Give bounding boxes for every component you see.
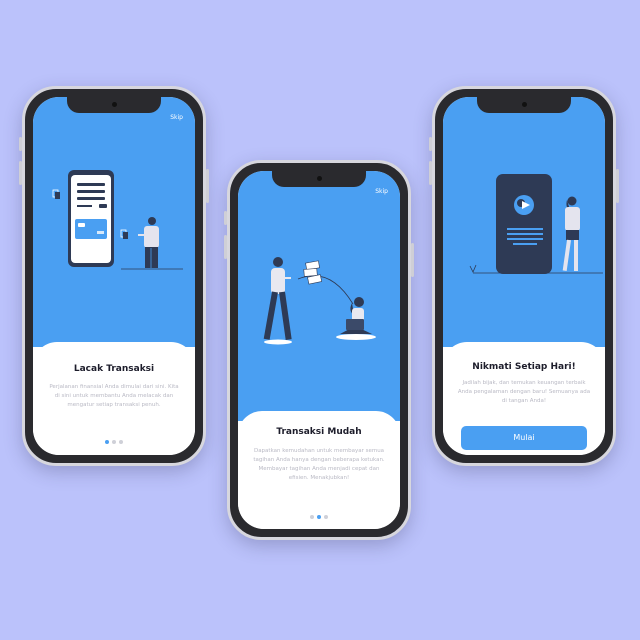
screen-nikmati-setiap-hari: Nikmati Setiap Hari! Jadilah bijak, dan … (443, 97, 605, 455)
phone-mockup-1: Skip Lacak Transaksi Perjalanan finansia… (19, 86, 209, 466)
notch (67, 97, 161, 113)
screen-description: Dapatkan kemudahan untuk membayar semua … (253, 448, 385, 481)
page-dot-1[interactable] (105, 440, 109, 444)
screen-description: Jadilah bijak, dan temukan keuangan terb… (457, 380, 591, 404)
pagination-dots (33, 440, 195, 444)
notch (272, 171, 366, 187)
screen-description: Perjalanan finansial Anda dimulai dari s… (49, 384, 179, 408)
page-dot-1[interactable] (310, 515, 314, 519)
pagination-dots (238, 515, 400, 519)
illustration-track-transactions (52, 170, 183, 270)
page-dot-2[interactable] (317, 515, 321, 519)
illustration-enjoy-everyday (469, 174, 603, 274)
skip-link[interactable]: Skip (170, 114, 183, 121)
phone-mockup-3: Nikmati Setiap Hari! Jadilah bijak, dan … (429, 86, 619, 466)
content-card: Nikmati Setiap Hari! Jadilah bijak, dan … (443, 342, 605, 455)
page-dot-2[interactable] (112, 440, 116, 444)
phone-mockup-2: Skip Transaksi Mudah Dapatkan kemudahan (224, 160, 414, 540)
mockup-canvas: { "screens": [ { "skip_label": "Skip", "… (0, 0, 640, 640)
screen-transaksi-mudah: Skip Transaksi Mudah Dapatkan kemudahan (238, 171, 400, 529)
mulai-button[interactable]: Mulai (461, 426, 587, 450)
screen-title: Transaksi Mudah (276, 427, 362, 437)
skip-link[interactable]: Skip (375, 188, 388, 195)
content-card: Lacak Transaksi Perjalanan finansial And… (33, 342, 195, 455)
page-dot-3[interactable] (324, 515, 328, 519)
page-dot-3[interactable] (119, 440, 123, 444)
screen-title: Nikmati Setiap Hari! (472, 362, 576, 372)
content-card: Transaksi Mudah Dapatkan kemudahan untuk… (238, 411, 400, 529)
illustration-easy-transaction (263, 257, 376, 345)
screen-lacak-transaksi: Skip Lacak Transaksi Perjalanan finansia… (33, 97, 195, 455)
screen-title: Lacak Transaksi (73, 364, 155, 374)
notch (477, 97, 571, 113)
